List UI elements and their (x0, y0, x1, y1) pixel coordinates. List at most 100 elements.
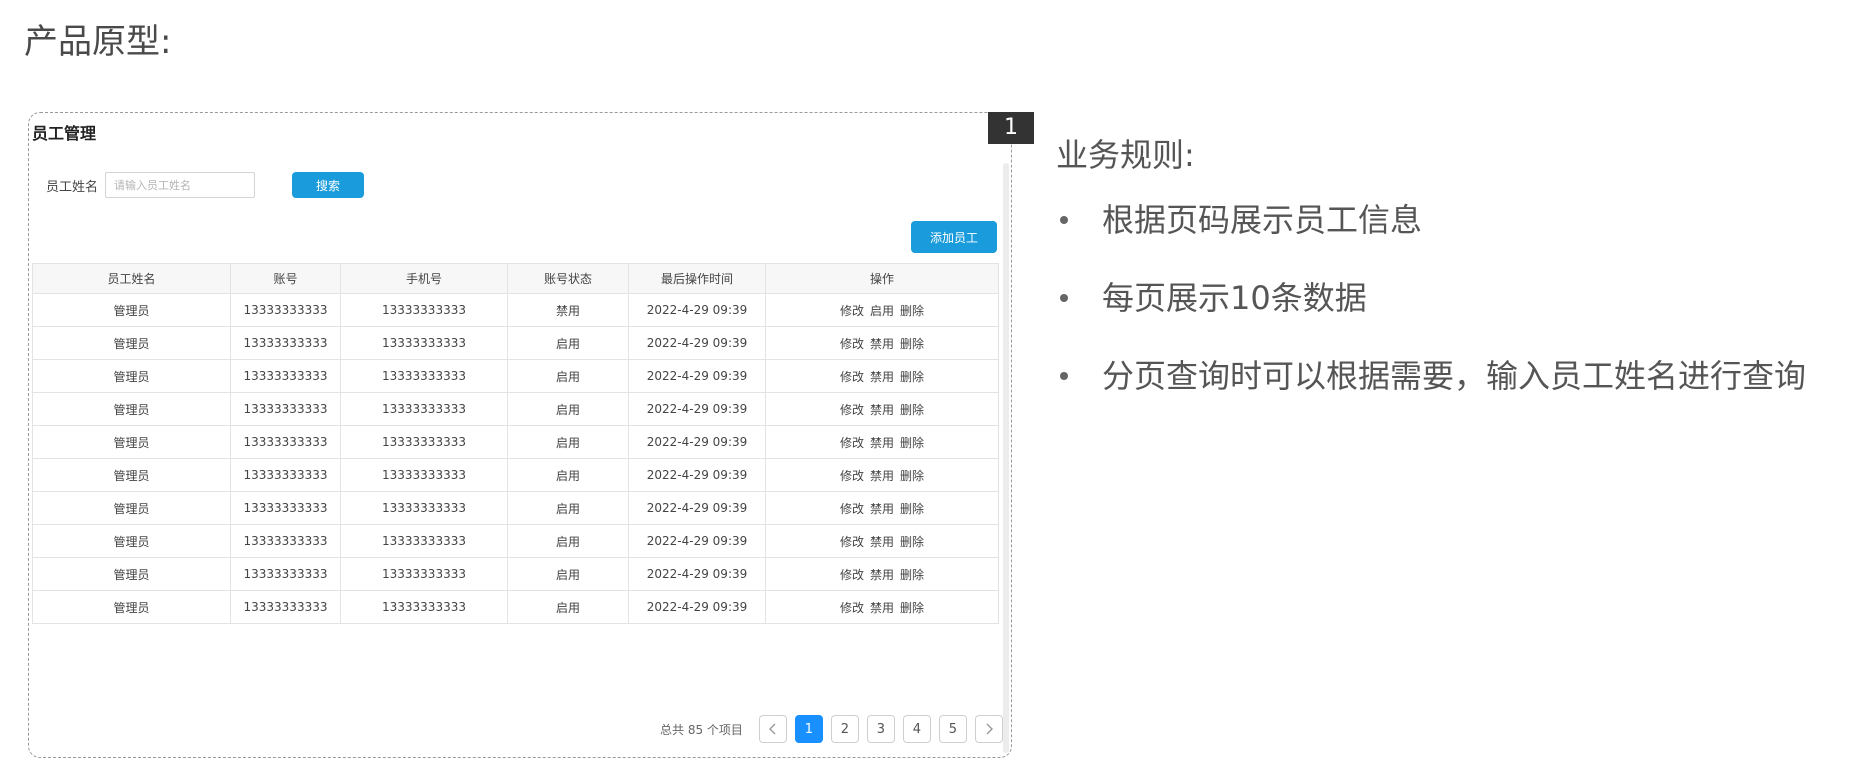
column-header-phone: 手机号 (340, 263, 508, 294)
bullet-icon (1060, 294, 1068, 302)
rule-text: 分页查询时可以根据需要，输入员工姓名进行查询 (1102, 357, 1807, 395)
cell-name: 管理员 (32, 326, 231, 360)
toggle-status-link[interactable]: 启用 (870, 304, 894, 318)
edit-link[interactable]: 修改 (840, 304, 864, 318)
delete-link[interactable]: 删除 (900, 601, 924, 615)
cell-phone: 13333333333 (340, 326, 508, 360)
cell-phone: 13333333333 (340, 458, 508, 492)
employee-table: 员工姓名 账号 手机号 账号状态 最后操作时间 操作 管理员 1333333333… (32, 263, 999, 624)
cell-account: 13333333333 (230, 326, 341, 360)
edit-link[interactable]: 修改 (840, 436, 864, 450)
pagination-total: 总共 85 个项目 (660, 722, 743, 737)
toggle-status-link[interactable]: 禁用 (870, 370, 894, 384)
cell-account: 13333333333 (230, 491, 341, 525)
search-button[interactable]: 搜索 (292, 172, 364, 198)
toggle-status-link[interactable]: 禁用 (870, 568, 894, 582)
edit-link[interactable]: 修改 (840, 535, 864, 549)
delete-link[interactable]: 删除 (900, 469, 924, 483)
cell-name: 管理员 (32, 293, 231, 327)
column-header-account: 账号 (230, 263, 341, 294)
cell-account: 13333333333 (230, 524, 341, 558)
table-row: 管理员 13333333333 13333333333 启用 2022-4-29 09:… (32, 557, 999, 591)
edit-link[interactable]: 修改 (840, 568, 864, 582)
add-employee-button[interactable]: 添加员工 (911, 221, 997, 253)
prev-page-button[interactable] (758, 715, 787, 743)
next-page-button[interactable] (974, 715, 1003, 743)
cell-phone: 13333333333 (340, 590, 508, 624)
cell-last-op-time: 2022-4-29 09:39 (628, 326, 766, 360)
table-row: 管理员 13333333333 13333333333 启用 2022-4-29 09:… (32, 458, 999, 492)
edit-link[interactable]: 修改 (840, 403, 864, 417)
cell-status: 启用 (507, 557, 629, 591)
edit-link[interactable]: 修改 (840, 337, 864, 351)
page-button-1[interactable]: 1 (794, 715, 823, 743)
rule-item: 每页展示10条数据 (1056, 278, 1806, 318)
cell-phone: 13333333333 (340, 491, 508, 525)
cell-name: 管理员 (32, 590, 231, 624)
scrollbar[interactable] (1003, 163, 1009, 753)
column-header-actions: 操作 (765, 263, 999, 294)
edit-link[interactable]: 修改 (840, 469, 864, 483)
delete-link[interactable]: 删除 (900, 535, 924, 549)
cell-actions: 修改 禁用 删除 (765, 557, 999, 591)
rule-item: 分页查询时可以根据需要，输入员工姓名进行查询 (1056, 356, 1806, 396)
delete-link[interactable]: 删除 (900, 568, 924, 582)
page-button-2[interactable]: 2 (830, 715, 859, 743)
cell-actions: 修改 禁用 删除 (765, 425, 999, 459)
cell-name: 管理员 (32, 425, 231, 459)
toggle-status-link[interactable]: 禁用 (870, 535, 894, 549)
delete-link[interactable]: 删除 (900, 502, 924, 516)
rule-text: 每页展示10条数据 (1102, 279, 1367, 317)
toggle-status-link[interactable]: 禁用 (870, 403, 894, 417)
page-button-4[interactable]: 4 (902, 715, 931, 743)
delete-link[interactable]: 删除 (900, 304, 924, 318)
frame-badge: 1 (988, 112, 1034, 144)
chevron-left-icon (768, 723, 776, 735)
table-row: 管理员 13333333333 13333333333 启用 2022-4-29 09:… (32, 425, 999, 459)
delete-link[interactable]: 删除 (900, 403, 924, 417)
cell-account: 13333333333 (230, 590, 341, 624)
cell-phone: 13333333333 (340, 425, 508, 459)
page-button-3[interactable]: 3 (866, 715, 895, 743)
cell-account: 13333333333 (230, 392, 341, 426)
table-row: 管理员 13333333333 13333333333 禁用 2022-4-29 09:… (32, 293, 999, 327)
search-label: 员工姓名 (46, 180, 99, 195)
cell-last-op-time: 2022-4-29 09:39 (628, 425, 766, 459)
toggle-status-link[interactable]: 禁用 (870, 502, 894, 516)
cell-last-op-time: 2022-4-29 09:39 (628, 458, 766, 492)
panel-title: 员工管理 (32, 124, 97, 143)
cell-actions: 修改 禁用 删除 (765, 491, 999, 525)
delete-link[interactable]: 删除 (900, 337, 924, 351)
cell-status: 启用 (507, 359, 629, 393)
edit-link[interactable]: 修改 (840, 502, 864, 516)
delete-link[interactable]: 删除 (900, 370, 924, 384)
cell-last-op-time: 2022-4-29 09:39 (628, 392, 766, 426)
rules-list: 根据页码展示员工信息 每页展示10条数据 分页查询时可以根据需要，输入员工姓名进… (1056, 200, 1806, 434)
cell-account: 13333333333 (230, 293, 341, 327)
toggle-status-link[interactable]: 禁用 (870, 601, 894, 615)
table-row: 管理员 13333333333 13333333333 启用 2022-4-29 09:… (32, 392, 999, 426)
cell-name: 管理员 (32, 524, 231, 558)
cell-last-op-time: 2022-4-29 09:39 (628, 524, 766, 558)
toggle-status-link[interactable]: 禁用 (870, 469, 894, 483)
column-header-last-op-time: 最后操作时间 (628, 263, 766, 294)
cell-phone: 13333333333 (340, 293, 508, 327)
cell-account: 13333333333 (230, 458, 341, 492)
cell-last-op-time: 2022-4-29 09:39 (628, 491, 766, 525)
table-header-row: 员工姓名 账号 手机号 账号状态 最后操作时间 操作 (32, 263, 999, 294)
edit-link[interactable]: 修改 (840, 601, 864, 615)
cell-phone: 13333333333 (340, 392, 508, 426)
cell-status: 禁用 (507, 293, 629, 327)
cell-actions: 修改 禁用 删除 (765, 458, 999, 492)
cell-account: 13333333333 (230, 557, 341, 591)
toggle-status-link[interactable]: 禁用 (870, 337, 894, 351)
cell-status: 启用 (507, 524, 629, 558)
delete-link[interactable]: 删除 (900, 436, 924, 450)
table-row: 管理员 13333333333 13333333333 启用 2022-4-29 09:… (32, 326, 999, 360)
cell-status: 启用 (507, 491, 629, 525)
toggle-status-link[interactable]: 禁用 (870, 436, 894, 450)
edit-link[interactable]: 修改 (840, 370, 864, 384)
search-input[interactable] (105, 172, 255, 198)
table-row: 管理员 13333333333 13333333333 启用 2022-4-29 09:… (32, 359, 999, 393)
page-button-5[interactable]: 5 (938, 715, 967, 743)
